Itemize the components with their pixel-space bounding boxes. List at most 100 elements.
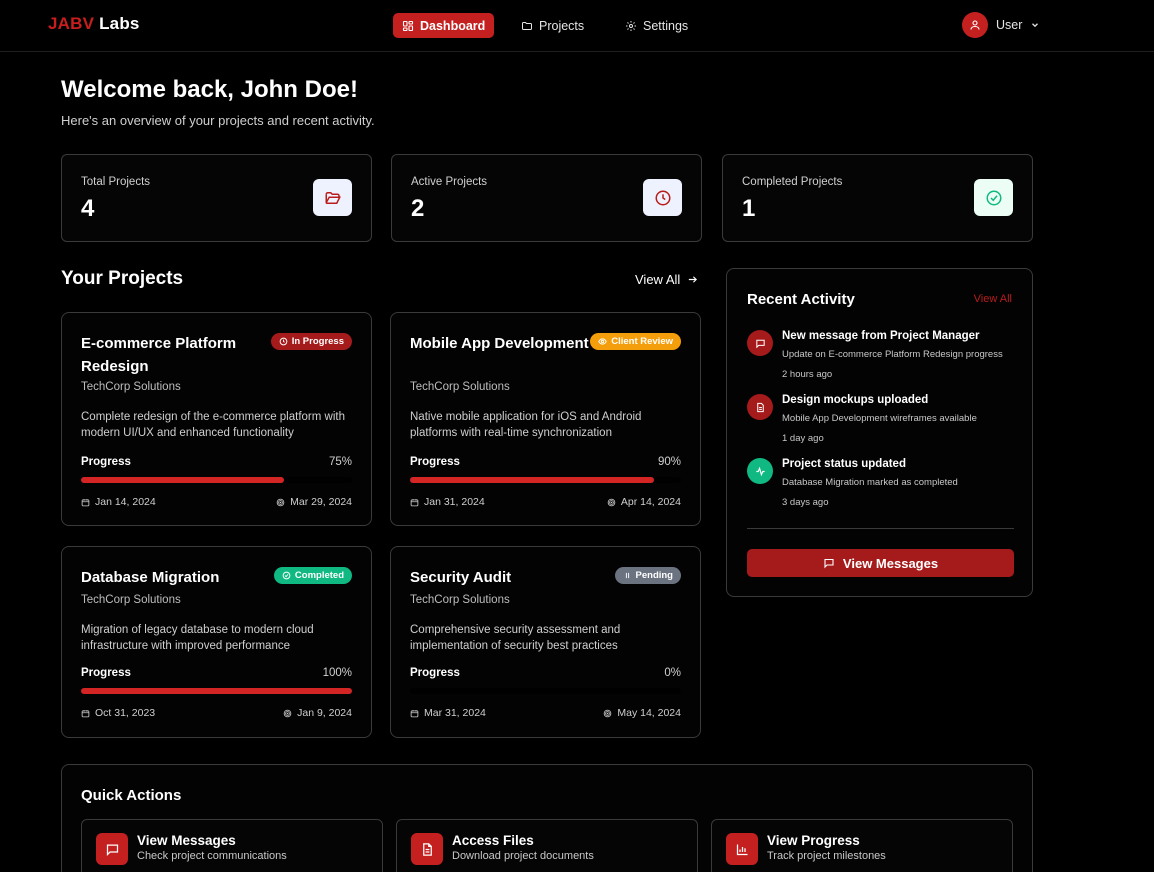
logo[interactable]: JABV Labs xyxy=(48,14,140,34)
activity-icon-circle xyxy=(747,458,773,484)
activity-item-subtitle: Mobile App Development wireframes availa… xyxy=(782,413,977,424)
stat-card-completed: Completed Projects 1 xyxy=(722,154,1033,242)
stat-icon-box xyxy=(313,179,352,216)
project-description: Comprehensive security assessment and im… xyxy=(410,624,621,652)
progress-label: Progress xyxy=(410,456,460,468)
activity-item-time: 2 hours ago xyxy=(782,369,833,380)
quick-action-access-files[interactable]: Access Files Download project documents xyxy=(396,819,698,872)
start-date: Mar 31, 2024 xyxy=(410,707,486,719)
user-menu[interactable]: User xyxy=(962,12,1040,38)
start-date: Jan 31, 2024 xyxy=(410,496,485,508)
stat-card-active: Active Projects 2 xyxy=(391,154,702,242)
project-card-ecommerce[interactable]: E-commerce Platform Redesign In Progress… xyxy=(61,312,372,526)
target-icon xyxy=(607,498,616,506)
check-circle-icon xyxy=(986,190,1001,205)
view-all-projects-link[interactable]: View All xyxy=(635,272,698,287)
nav-settings[interactable]: Settings xyxy=(616,13,697,38)
project-title: Database Migration xyxy=(81,569,220,586)
quick-action-view-progress[interactable]: View Progress Track project milestones xyxy=(711,819,1013,872)
quick-action-view-messages[interactable]: View Messages Check project communicatio… xyxy=(81,819,383,872)
nav-dashboard[interactable]: Dashboard xyxy=(393,13,495,38)
divider xyxy=(747,528,1014,529)
quick-action-title: View Messages xyxy=(137,833,236,848)
target-icon xyxy=(276,498,285,506)
progress-bar xyxy=(81,688,352,694)
progress-bar xyxy=(410,477,681,483)
project-card-database-migration[interactable]: Database Migration Completed TechCorp So… xyxy=(61,546,372,738)
clock-icon xyxy=(655,190,670,205)
progress-value: 90% xyxy=(657,456,681,468)
quick-action-title: View Progress xyxy=(767,833,860,848)
end-date-label: Mar 29, 2024 xyxy=(290,496,352,508)
quick-actions-title: Quick Actions xyxy=(81,787,182,804)
end-date-label: Jan 9, 2024 xyxy=(297,707,352,719)
quick-action-icon-box xyxy=(96,833,128,865)
quick-action-icon-box xyxy=(411,833,443,865)
progress-value: 100% xyxy=(322,667,352,679)
page-title: Welcome back, John Doe! xyxy=(61,76,358,103)
calendar-icon xyxy=(81,498,90,506)
avatar xyxy=(962,12,988,38)
nav-settings-label: Settings xyxy=(643,18,689,33)
stat-value: 4 xyxy=(81,195,95,222)
activity-item-title: Project status updated xyxy=(782,458,906,470)
logo-white-text: Labs xyxy=(94,14,140,33)
clock-icon xyxy=(279,337,288,346)
bar-chart-icon xyxy=(736,844,747,855)
quick-action-subtitle: Track project milestones xyxy=(767,850,886,862)
quick-action-icon-box xyxy=(726,833,758,865)
stat-value: 2 xyxy=(411,195,425,222)
start-date-label: Oct 31, 2023 xyxy=(95,707,156,719)
activity-item-time: 3 days ago xyxy=(782,497,829,508)
project-card-security-audit[interactable]: Security Audit Pending TechCorp Solution… xyxy=(390,546,701,738)
pause-icon xyxy=(625,572,629,579)
status-badge: In Progress xyxy=(270,333,352,350)
user-icon xyxy=(970,20,980,30)
view-all-activity-link[interactable]: View All xyxy=(974,293,1012,305)
activity-title: Recent Activity xyxy=(747,291,855,308)
project-client: TechCorp Solutions xyxy=(81,381,181,393)
progress-label: Progress xyxy=(81,667,131,679)
section-title-projects: Your Projects xyxy=(61,268,184,289)
project-title: E-commerce Platform Redesign xyxy=(81,335,237,375)
end-date: Jan 9, 2024 xyxy=(283,707,352,719)
nav-dashboard-label: Dashboard xyxy=(420,18,486,33)
activity-icon-circle xyxy=(747,330,773,356)
folder-icon xyxy=(522,21,532,30)
start-date-label: Mar 31, 2024 xyxy=(424,707,486,719)
end-date-label: May 14, 2024 xyxy=(617,707,681,719)
progress-label: Progress xyxy=(81,456,131,468)
stat-label: Completed Projects xyxy=(742,176,843,188)
folder-open-icon xyxy=(325,191,341,204)
project-title: Security Audit xyxy=(410,569,512,586)
progress-bar-fill xyxy=(410,477,654,483)
check-circle-icon xyxy=(282,571,291,580)
progress-bar-fill xyxy=(81,688,352,694)
logo-red-text: JABV xyxy=(48,14,95,33)
end-date: Apr 14, 2024 xyxy=(607,496,681,508)
stat-label: Total Projects xyxy=(81,176,151,188)
nav-projects[interactable]: Projects xyxy=(512,13,593,38)
status-label: Pending xyxy=(635,570,673,581)
recent-activity-panel: Recent Activity View All New message fro… xyxy=(726,268,1033,597)
quick-action-subtitle: Download project documents xyxy=(452,850,594,862)
target-icon xyxy=(283,709,292,717)
view-messages-label: View Messages xyxy=(842,555,939,571)
user-label: User xyxy=(996,18,1023,32)
quick-actions-panel: Quick Actions View Messages Check projec… xyxy=(61,764,1033,872)
status-badge: Pending xyxy=(614,567,681,584)
status-label: Client Review xyxy=(611,336,673,347)
nav-projects-label: Projects xyxy=(539,18,585,33)
calendar-icon xyxy=(81,709,90,717)
eye-icon xyxy=(598,338,608,345)
activity-item-time: 1 day ago xyxy=(782,433,824,444)
message-icon xyxy=(106,844,118,856)
project-client: TechCorp Solutions xyxy=(410,594,510,606)
message-icon xyxy=(824,558,834,569)
progress-value: 75% xyxy=(328,456,352,468)
progress-bar xyxy=(410,688,681,694)
view-messages-button[interactable]: View Messages xyxy=(747,549,1014,577)
project-description: Native mobile application for iOS and An… xyxy=(410,411,642,439)
grid-icon xyxy=(402,20,414,31)
project-card-mobile-app[interactable]: Mobile App Development Client Review Tec… xyxy=(390,312,701,526)
